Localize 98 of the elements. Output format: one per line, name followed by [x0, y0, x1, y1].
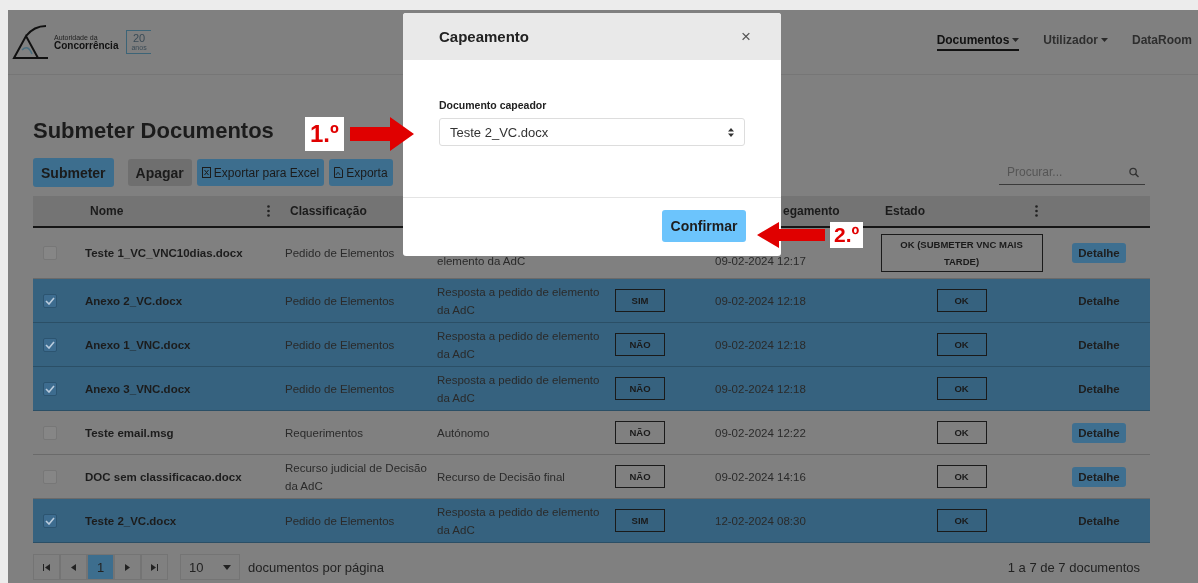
detail-button[interactable]: Detalhe [1072, 378, 1126, 399]
file-name: Teste 1_VC_VNC10dias.docx [85, 247, 243, 259]
pagination-summary: 1 a 7 de 7 documentos [1007, 559, 1140, 575]
file-name: Anexo 2_VC.docx [85, 294, 183, 307]
table-row[interactable]: Teste email.msg Requerimentos Autónomo NÃO 09-02-2024 12:22 OK Detalhe [33, 411, 1150, 455]
previous-page-button[interactable] [60, 554, 87, 580]
page-title: Submeter Documentos [33, 118, 274, 144]
confirm-button[interactable]: Confirmar [662, 210, 746, 242]
table-cell-text: Pedido de Elementos [285, 337, 395, 353]
last-page-button[interactable] [141, 554, 168, 580]
row-checkbox[interactable] [43, 513, 57, 528]
row-checkbox[interactable] [43, 337, 57, 352]
table-cell-text: Pedido de Elementos [285, 381, 395, 397]
detail-button[interactable]: Detalhe [1072, 334, 1126, 355]
arrow-icon [757, 222, 825, 248]
table-cell-text: Resposta a pedido de elemento da AdC [437, 328, 601, 362]
row-checkbox[interactable] [43, 381, 57, 396]
row-checkbox[interactable] [43, 293, 57, 308]
file-name: Teste email.msg [85, 426, 174, 439]
status-tag: OK (SUBMETER VNC MAIS TARDE) [880, 234, 1043, 272]
caret-icon [223, 564, 231, 570]
status-tag: OK [936, 421, 987, 444]
page-size-label: documentos por página [248, 559, 384, 575]
status-tag: OK [936, 333, 987, 356]
arrow-icon [349, 117, 414, 151]
table-cell-text: 12-02-2024 08:30 [715, 513, 806, 529]
document-icon [334, 167, 344, 178]
dialog-title: Capeamento [439, 28, 530, 45]
table-cell-text: 09-02-2024 12:18 [715, 337, 806, 353]
status-tag: OK [936, 289, 987, 312]
column-header: Nome [90, 204, 124, 218]
page-size-dropdown[interactable]: 10 [180, 554, 240, 580]
table-cell-text: Requerimentos [285, 425, 363, 441]
toolbar-button[interactable]: Exporta [329, 159, 393, 186]
kebab-icon[interactable] [1035, 205, 1038, 217]
table-cell-text: Resposta a pedido de elemento da AdC [437, 284, 601, 318]
file-name: Anexo 1_VNC.docx [85, 338, 191, 351]
detail-button[interactable]: Detalhe [1072, 466, 1126, 487]
table-cell-text: Autónomo [437, 425, 490, 441]
table-cell-text: 09-02-2024 14:16 [715, 469, 806, 485]
page-button[interactable]: 1 [87, 554, 114, 580]
table-cell-text: Pedido de Elementos [285, 246, 395, 261]
table-cell-text: 09-02-2024 12:18 [715, 293, 806, 309]
spreadsheet-icon [201, 167, 211, 178]
detail-button[interactable]: Detalhe [1072, 290, 1126, 311]
first-page-icon [43, 563, 50, 571]
table-cell-text: 09-02-2024 12:17 [715, 254, 806, 269]
status-tag: SIM [615, 509, 665, 532]
search-icon [1129, 166, 1139, 178]
status-tag: NÃO [615, 465, 665, 488]
last-page-icon [151, 563, 158, 571]
table-row[interactable]: Anexo 2_VC.docx Pedido de Elementos Resposta a pedido de elemento da AdC SIM 09-02-2024 12:18 OK Detalhe [33, 279, 1150, 323]
nav-menu-item[interactable]: Documentos [936, 33, 1020, 51]
step-label: 1.º [305, 117, 344, 151]
toolbar-button[interactable]: Submeter [33, 158, 114, 187]
column-header: Classificação [290, 204, 367, 218]
kebab-icon[interactable] [267, 205, 270, 217]
table-row[interactable]: Anexo 3_VNC.docx Pedido de Elementos Resposta a pedido de elemento da AdC NÃO 09-02-2024 12:18 OK Detalhe [33, 367, 1150, 411]
table-cell-text: Resposta a pedido de elemento da AdC [437, 504, 601, 538]
table-cell-text: Pedido de Elementos [285, 513, 395, 529]
table-cell-text: 09-02-2024 12:22 [715, 425, 806, 441]
toolbar-button[interactable]: Apagar [127, 159, 192, 186]
table-row[interactable]: Anexo 1_VNC.docx Pedido de Elementos Resposta a pedido de elemento da AdC NÃO 09-02-2024 12:18 OK Detalhe [33, 323, 1150, 367]
file-name: Teste 2_VC.docx [85, 514, 177, 527]
nav-menu-item[interactable]: DataRoom [1132, 33, 1192, 51]
document-select[interactable]: Teste 2_VC.docx [439, 118, 745, 146]
next-page-button[interactable] [114, 554, 141, 580]
table-cell-text: elemento da AdC [437, 254, 526, 269]
status-tag: NÃO [615, 421, 665, 444]
status-tag: OK [936, 465, 987, 488]
toolbar-button[interactable]: Exportar para Excel [196, 159, 325, 186]
table-cell-text: Recurso judicial de Decisão da AdC [285, 460, 427, 494]
detail-button[interactable]: Detalhe [1072, 422, 1126, 443]
table-cell-text: Recurso de Decisão final [437, 469, 565, 485]
table-cell-text: Pedido de Elementos [285, 293, 395, 309]
field-label: Documento capeador [439, 99, 548, 111]
sort-arrows-icon [728, 127, 734, 137]
table-cell-text: Resposta a pedido de elemento da AdC [437, 372, 601, 406]
detail-button[interactable]: Detalhe [1072, 243, 1126, 263]
file-name: DOC sem classificacao.docx [85, 470, 242, 483]
next-icon [125, 563, 130, 571]
status-tag: NÃO [615, 377, 665, 400]
table-row[interactable]: Teste 2_VC.docx Pedido de Elementos Resposta a pedido de elemento da AdC SIM 12-02-2024 08:30 OK Detalhe [33, 499, 1150, 543]
close-button[interactable]: × [741, 26, 751, 47]
status-tag: NÃO [615, 333, 665, 356]
previous-icon [71, 563, 76, 571]
step-label: 2.º [830, 222, 864, 248]
detail-button[interactable]: Detalhe [1072, 510, 1126, 531]
first-page-button[interactable] [33, 554, 60, 580]
column-header: egamento [783, 204, 840, 218]
nav-menu-item[interactable]: Utilizador [1043, 33, 1108, 51]
status-tag: OK [936, 377, 987, 400]
status-tag: OK [936, 509, 987, 532]
table-cell-text: 09-02-2024 12:18 [715, 381, 806, 397]
status-tag: SIM [615, 289, 665, 312]
column-header: Estado [885, 204, 925, 218]
logo-name: Concorrência [54, 40, 119, 51]
file-name: Anexo 3_VNC.docx [85, 382, 191, 395]
